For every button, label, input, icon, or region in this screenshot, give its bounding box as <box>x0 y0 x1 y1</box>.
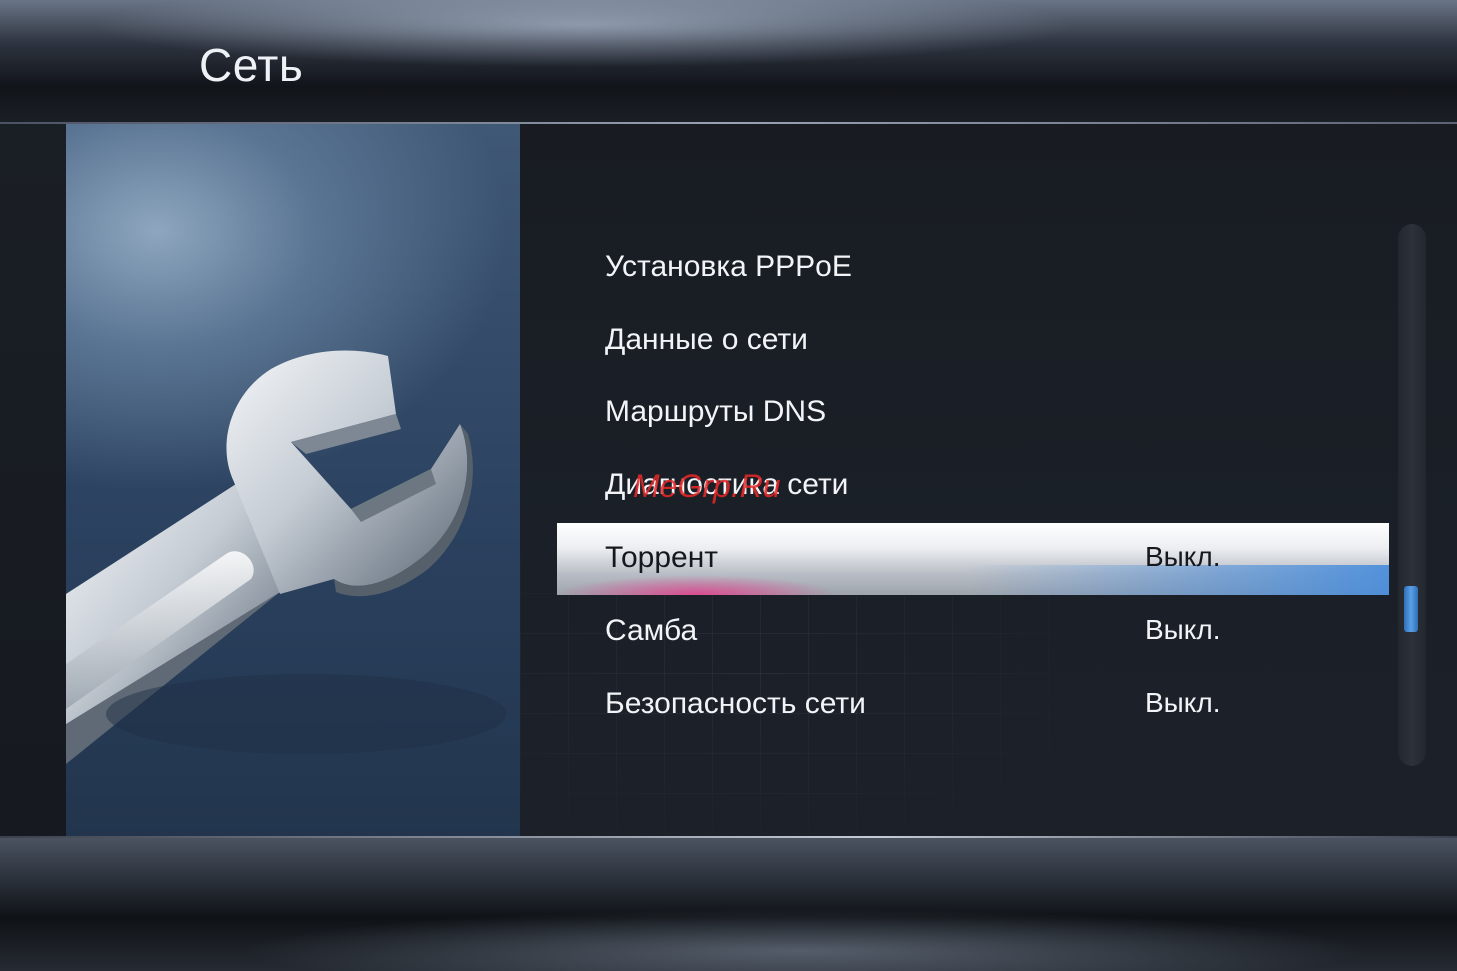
menu-item-label: Торрент <box>605 541 719 574</box>
left-margin <box>0 124 66 837</box>
menu-item-network-diagnostics[interactable]: Диагностика сети <box>557 450 1389 522</box>
menu-item-samba[interactable]: Самба Выкл. <box>557 596 1389 668</box>
menu-item-network-info[interactable]: Данные о сети <box>557 305 1389 377</box>
menu-item-label: Безопасность сети <box>605 687 866 720</box>
menu-item-torrent[interactable]: Торрент Выкл. <box>557 523 1389 595</box>
menu-item-value: Выкл. <box>1145 614 1221 645</box>
menu-item-label: Маршруты DNS <box>605 395 827 428</box>
menu-item-pppoe-setup[interactable]: Установка PPPoE <box>557 232 1389 304</box>
menu-item-value: Выкл. <box>1145 687 1221 718</box>
menu-item-network-security[interactable]: Безопасность сети Выкл. <box>557 669 1389 741</box>
scrollbar-track[interactable] <box>1398 224 1426 766</box>
settings-artwork-panel <box>66 124 520 837</box>
wrench-icon <box>66 350 506 764</box>
menu-item-label: Диагностика сети <box>605 468 849 501</box>
menu-item-label: Данные о сети <box>605 323 808 356</box>
scrollbar-thumb[interactable] <box>1404 586 1418 632</box>
menu-item-dns-routes[interactable]: Маршруты DNS <box>557 377 1389 449</box>
menu-item-label: Установка PPPoE <box>605 250 852 283</box>
menu-item-label: Самба <box>605 614 698 647</box>
menu-item-value: Выкл. <box>1145 541 1221 572</box>
footer-band <box>0 838 1457 971</box>
page-title: Сеть <box>199 39 304 91</box>
